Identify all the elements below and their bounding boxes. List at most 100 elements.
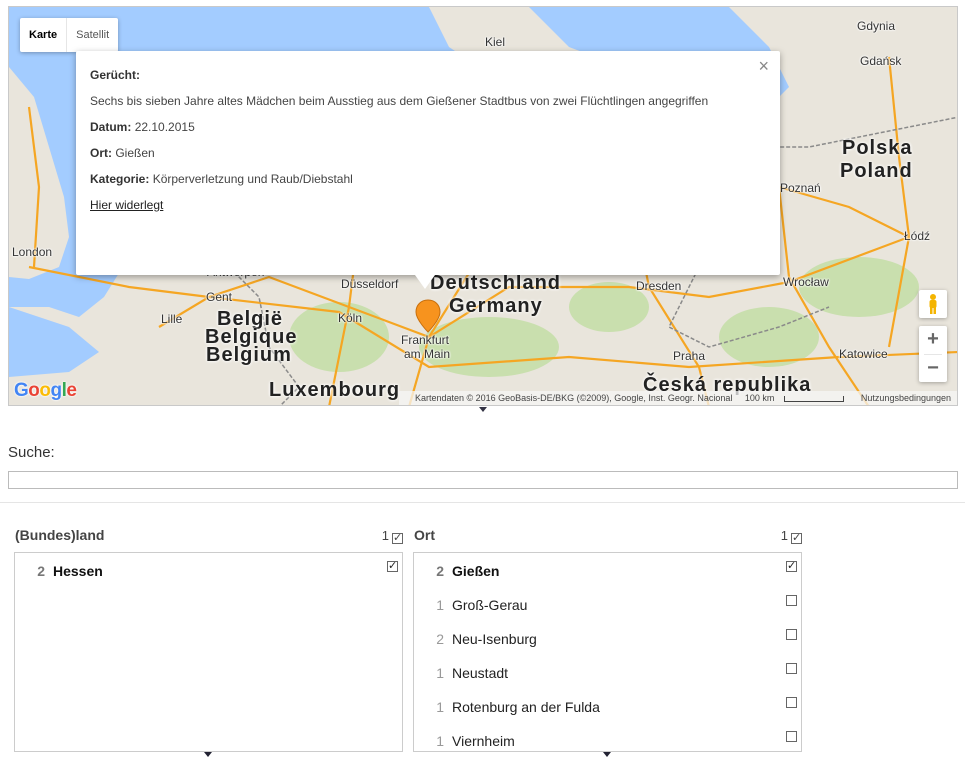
- country-label: Poland: [840, 160, 913, 182]
- facet-item-name: Rotenburg an der Fulda: [452, 699, 600, 715]
- google-logo-g: G: [14, 380, 29, 401]
- search-label: Suche:: [8, 444, 55, 461]
- scale-bar: [784, 395, 845, 402]
- facet-item-count: 1: [436, 665, 444, 681]
- facet-item-name: Hessen: [53, 563, 103, 579]
- map-type-satellite-button[interactable]: Satellit: [66, 18, 118, 52]
- date-label: Datum:: [90, 120, 132, 134]
- close-icon[interactable]: ×: [758, 56, 769, 77]
- facet-item-name: Gießen: [452, 563, 500, 579]
- info-window: × Gerücht: Sechs bis sieben Jahre altes …: [76, 51, 780, 289]
- category-label: Kategorie:: [90, 172, 150, 186]
- facet-title: (Bundes)land: [15, 527, 105, 543]
- map-attribution: Kartendaten © 2016 GeoBasis-DE/BKG (©200…: [398, 391, 957, 405]
- facet-title: Ort: [414, 527, 435, 543]
- zoom-out-button[interactable]: −: [919, 355, 947, 383]
- facet-list[interactable]: 2 Hessen ✓: [14, 552, 403, 752]
- city-label: Kiel: [485, 35, 506, 49]
- facet-item[interactable]: 1 Viernheim: [414, 723, 801, 751]
- checkbox-icon[interactable]: [786, 595, 797, 606]
- list-resize-caret-icon[interactable]: [204, 752, 212, 757]
- info-window-content: Gerücht: Sechs bis sieben Jahre altes Mä…: [90, 62, 750, 218]
- facet-item[interactable]: 2 Neu-Isenburg: [414, 621, 801, 655]
- search-input[interactable]: [8, 471, 958, 489]
- map-marker-icon[interactable]: [415, 299, 441, 333]
- facet-item-count: 1: [436, 733, 444, 749]
- facet-selected-count[interactable]: 1 ✓: [382, 528, 403, 544]
- city-label: Łódź: [904, 229, 931, 243]
- place-value: Gießen: [115, 146, 155, 160]
- facet-bundesland: (Bundes)land 1 ✓ 2 Hessen ✓: [14, 524, 403, 757]
- street-view-pegman-button[interactable]: [919, 290, 947, 318]
- city-label: Wrocław: [783, 275, 829, 289]
- google-logo[interactable]: Google: [14, 380, 77, 402]
- rumor-text: Sechs bis sieben Jahre altes Mädchen bei…: [90, 94, 709, 108]
- facet-item[interactable]: 2 Gießen ✓: [414, 553, 801, 587]
- city-label: Gdańsk: [860, 54, 902, 68]
- checkbox-icon[interactable]: [786, 697, 797, 708]
- place-label: Ort:: [90, 146, 112, 160]
- category-value: Körperverletzung und Raub/Diebstahl: [152, 172, 353, 186]
- list-resize-caret-icon[interactable]: [603, 752, 611, 757]
- checkbox-icon[interactable]: [786, 663, 797, 674]
- zoom-control: + −: [919, 326, 947, 382]
- facet-item-count: 2: [436, 631, 444, 647]
- city-label: Lille: [161, 312, 183, 326]
- map-type-control: Karte Satellit: [20, 18, 119, 52]
- checkbox-checked-icon[interactable]: ✓: [786, 561, 797, 572]
- facet-ort: Ort 1 ✓ 2 Gießen ✓ 1 Groß-Gerau 2 Neu-Isenburg 1…: [413, 524, 802, 757]
- facet-item-count: 1: [436, 699, 444, 715]
- country-label: Germany: [449, 295, 543, 317]
- facet-item[interactable]: 1 Neustadt: [414, 655, 801, 689]
- pegman-icon: [929, 294, 937, 314]
- terms-link[interactable]: Nutzungsbedingungen: [861, 393, 951, 403]
- facet-item[interactable]: 1 Rotenburg an der Fulda: [414, 689, 801, 723]
- country-label: Belgium: [206, 344, 292, 366]
- facet-selected-count[interactable]: 1 ✓: [781, 528, 802, 544]
- header-checkbox-icon[interactable]: ✓: [392, 533, 403, 544]
- country-label: Deutschland: [430, 272, 562, 294]
- header-checkbox-icon[interactable]: ✓: [791, 533, 802, 544]
- debunked-link[interactable]: Hier widerlegt: [90, 198, 163, 212]
- facet-item-count: 2: [37, 563, 45, 579]
- checkbox-icon[interactable]: [786, 629, 797, 640]
- divider: [0, 502, 965, 503]
- city-label: Poznań: [780, 181, 821, 195]
- country-label: Polska: [842, 137, 913, 159]
- facet-item[interactable]: 2 Hessen ✓: [15, 553, 402, 587]
- date-value: 22.10.2015: [134, 120, 195, 134]
- facet-header: (Bundes)land 1 ✓: [14, 524, 403, 548]
- city-label: London: [12, 245, 53, 259]
- city-label: Katowice: [839, 347, 888, 361]
- city-label: Düsseldorf: [341, 277, 399, 291]
- city-label: Dresden: [636, 279, 682, 293]
- city-label: Gent: [206, 290, 233, 304]
- checkbox-icon[interactable]: [786, 731, 797, 742]
- map[interactable]: Karte Satellit Gdynia Gdańsk Kiel Poznań Łód…: [8, 6, 958, 406]
- checkbox-checked-icon[interactable]: ✓: [387, 561, 398, 572]
- selected-count-value: 1: [381, 528, 389, 543]
- facet-item-name: Neustadt: [452, 665, 509, 681]
- facet-item-name: Viernheim: [452, 733, 515, 749]
- selected-count-value: 1: [780, 528, 788, 543]
- info-window-tail: [415, 275, 435, 289]
- country-label: Luxembourg: [269, 379, 401, 401]
- city-label: Gdynia: [857, 19, 896, 33]
- city-label: am Main: [404, 347, 451, 361]
- city-label: Köln: [338, 311, 363, 325]
- facet-item-name: Groß-Gerau: [452, 597, 528, 613]
- facet-list[interactable]: 2 Gießen ✓ 1 Groß-Gerau 2 Neu-Isenburg 1 Neustad…: [413, 552, 802, 752]
- attribution-text: Kartendaten © 2016 GeoBasis-DE/BKG (©200…: [414, 393, 733, 403]
- map-resize-caret-icon[interactable]: [479, 407, 487, 412]
- map-type-map-button[interactable]: Karte: [20, 18, 66, 52]
- facet-item-count: 1: [436, 597, 444, 613]
- facet-item-count: 2: [436, 563, 444, 579]
- rumor-label: Gerücht:: [90, 68, 141, 82]
- scale-label[interactable]: 100 km: [745, 393, 775, 403]
- city-label: Praha: [673, 349, 706, 363]
- facet-item[interactable]: 1 Groß-Gerau: [414, 587, 801, 621]
- city-label: Frankfurt: [401, 333, 450, 347]
- facet-item-name: Neu-Isenburg: [452, 631, 537, 647]
- zoom-in-button[interactable]: +: [919, 326, 947, 354]
- facet-header: Ort 1 ✓: [413, 524, 802, 548]
